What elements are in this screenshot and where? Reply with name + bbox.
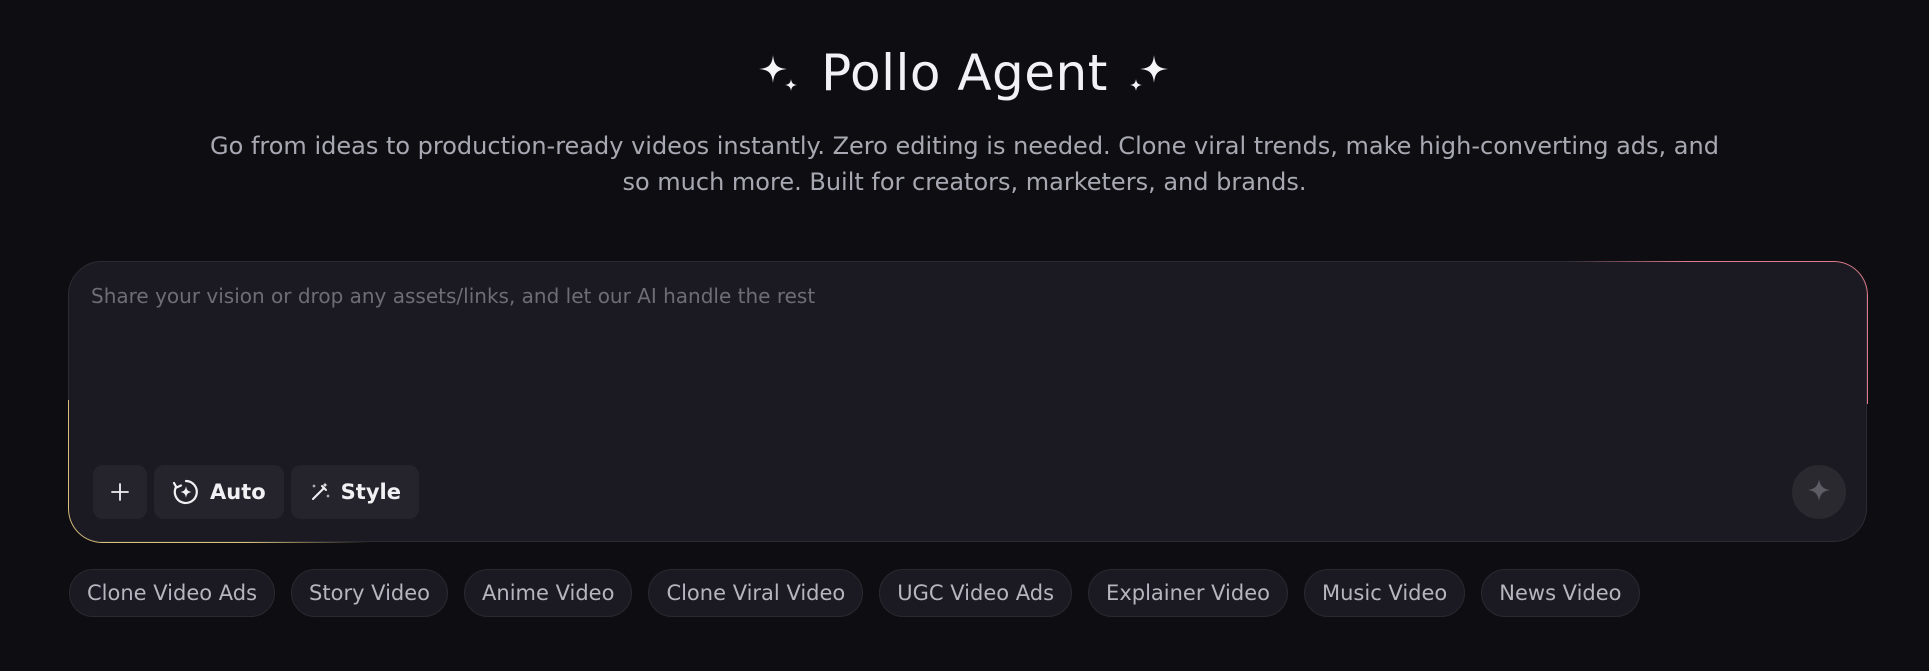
prompt-toolbar: Auto Style (93, 465, 419, 519)
pollo-agent-page: Pollo Agent Go from ideas to production-… (0, 0, 1929, 671)
send-button[interactable] (1792, 465, 1846, 519)
add-asset-button[interactable] (93, 465, 147, 519)
title-row: Pollo Agent (0, 44, 1929, 102)
style-button[interactable]: Style (290, 465, 419, 519)
auto-mode-button[interactable]: Auto (154, 465, 284, 519)
auto-mode-icon (172, 478, 200, 506)
sparkle-icon (1128, 51, 1172, 95)
suggestion-chips: Clone Video Ads Story Video Anime Video … (69, 569, 1640, 617)
style-label: Style (340, 480, 401, 504)
page-subtitle: Go from ideas to production-ready videos… (210, 132, 1719, 196)
chip-clone-viral-video[interactable]: Clone Viral Video (648, 569, 864, 617)
chip-explainer-video[interactable]: Explainer Video (1088, 569, 1288, 617)
prompt-input[interactable] (91, 284, 1791, 434)
page-title: Pollo Agent (821, 44, 1108, 102)
plus-icon (110, 482, 130, 502)
prompt-box: Auto Style (68, 261, 1867, 542)
chip-story-video[interactable]: Story Video (291, 569, 449, 617)
chip-clone-video-ads[interactable]: Clone Video Ads (69, 569, 276, 617)
sparkle-icon (1807, 478, 1831, 507)
chip-ugc-video-ads[interactable]: UGC Video Ads (879, 569, 1073, 617)
chip-anime-video[interactable]: Anime Video (464, 569, 633, 617)
chip-news-video[interactable]: News Video (1481, 569, 1640, 617)
auto-mode-label: Auto (210, 480, 266, 504)
magic-wand-icon (309, 481, 331, 503)
chip-music-video[interactable]: Music Video (1304, 569, 1466, 617)
sparkle-icon (757, 51, 801, 95)
